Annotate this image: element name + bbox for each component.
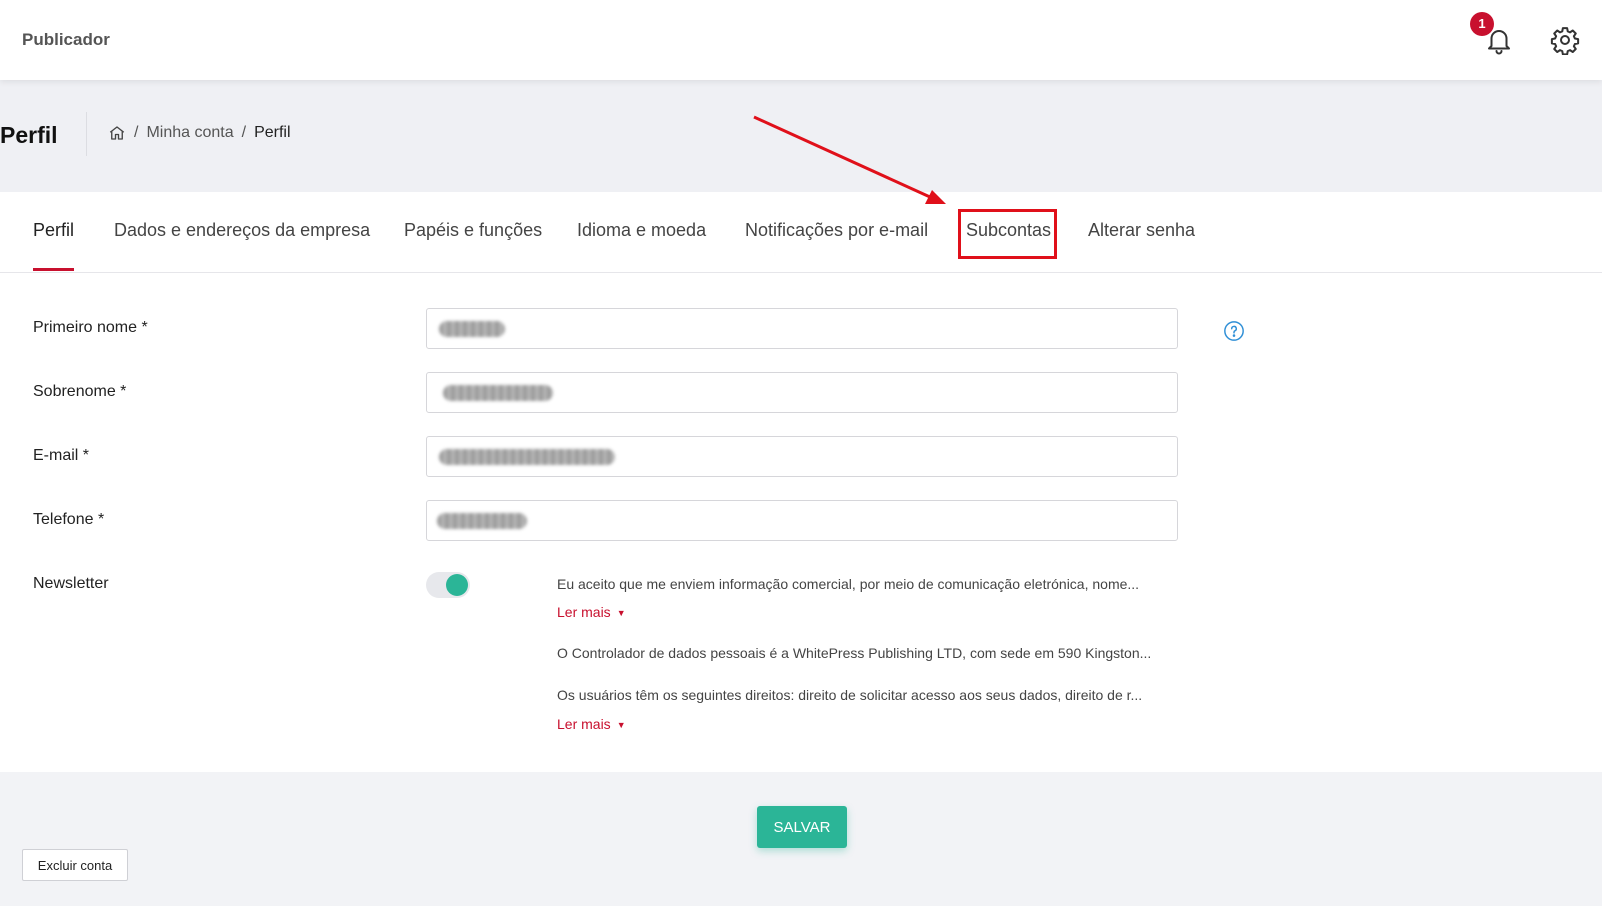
read-more-link[interactable]: Ler mais ▼ [557,604,626,620]
email-label: E-mail * [33,447,90,464]
breadcrumb-item-current: Perfil [254,124,291,141]
newsletter-toggle[interactable] [426,572,470,598]
gear-icon[interactable] [1550,25,1580,55]
tab-company-data[interactable]: Dados e endereços da empresa [114,220,370,241]
read-more-label: Ler mais [557,716,611,732]
redacted-value [439,449,615,465]
home-icon[interactable] [108,124,126,142]
tab-change-password[interactable]: Alterar senha [1088,220,1195,241]
header-divider [86,112,87,156]
caret-down-icon: ▼ [616,608,626,619]
profile-content: Perfil Dados e endereços da empresa Papé… [0,192,1602,772]
help-icon[interactable] [1223,320,1245,342]
tab-bar: Perfil Dados e endereços da empresa Papé… [0,192,1602,273]
breadcrumb-separator: / [241,124,247,141]
first-name-field[interactable] [426,308,1178,349]
notification-badge: 1 [1470,12,1494,36]
redacted-value [439,321,505,337]
tab-roles[interactable]: Papéis e funções [404,220,542,241]
breadcrumb-item-account[interactable]: Minha conta [146,124,233,142]
active-tab-indicator [33,268,74,271]
page-header: Perfil / Minha conta / Perfil [0,80,1602,192]
read-more-label: Ler mais [557,604,611,620]
redacted-value [443,385,553,401]
controller-text: O Controlador de dados pessoais é a Whit… [557,645,1152,661]
newsletter-label: Newsletter [33,575,109,592]
read-more-link[interactable]: Ler mais ▼ [557,716,626,732]
breadcrumb: / Minha conta / Perfil [108,124,291,142]
save-button[interactable]: SALVAR [757,806,847,848]
breadcrumb-separator: / [134,124,139,141]
phone-field[interactable] [426,500,1178,541]
page-title: Perfil [0,122,58,148]
toggle-knob [446,574,468,596]
email-field[interactable] [426,436,1178,477]
delete-account-button[interactable]: Excluir conta [22,849,128,881]
first-name-label: Primeiro nome * [33,319,148,336]
tab-language-currency[interactable]: Idioma e moeda [577,220,706,241]
redacted-value [437,513,527,529]
tab-email-notifications[interactable]: Notificações por e-mail [745,220,928,241]
consent-text: Eu aceito que me enviem informação comer… [557,576,1140,592]
tab-perfil[interactable]: Perfil [33,220,74,241]
top-bar: Publicador 1 [0,0,1602,80]
last-name-label: Sobrenome * [33,383,127,400]
app-title: Publicador [22,30,110,49]
rights-text: Os usuários têm os seguintes direitos: d… [557,687,1143,703]
last-name-field[interactable] [426,372,1178,413]
caret-down-icon: ▼ [616,720,626,731]
annotation-highlight-box [958,209,1057,259]
phone-label: Telefone * [33,511,105,528]
